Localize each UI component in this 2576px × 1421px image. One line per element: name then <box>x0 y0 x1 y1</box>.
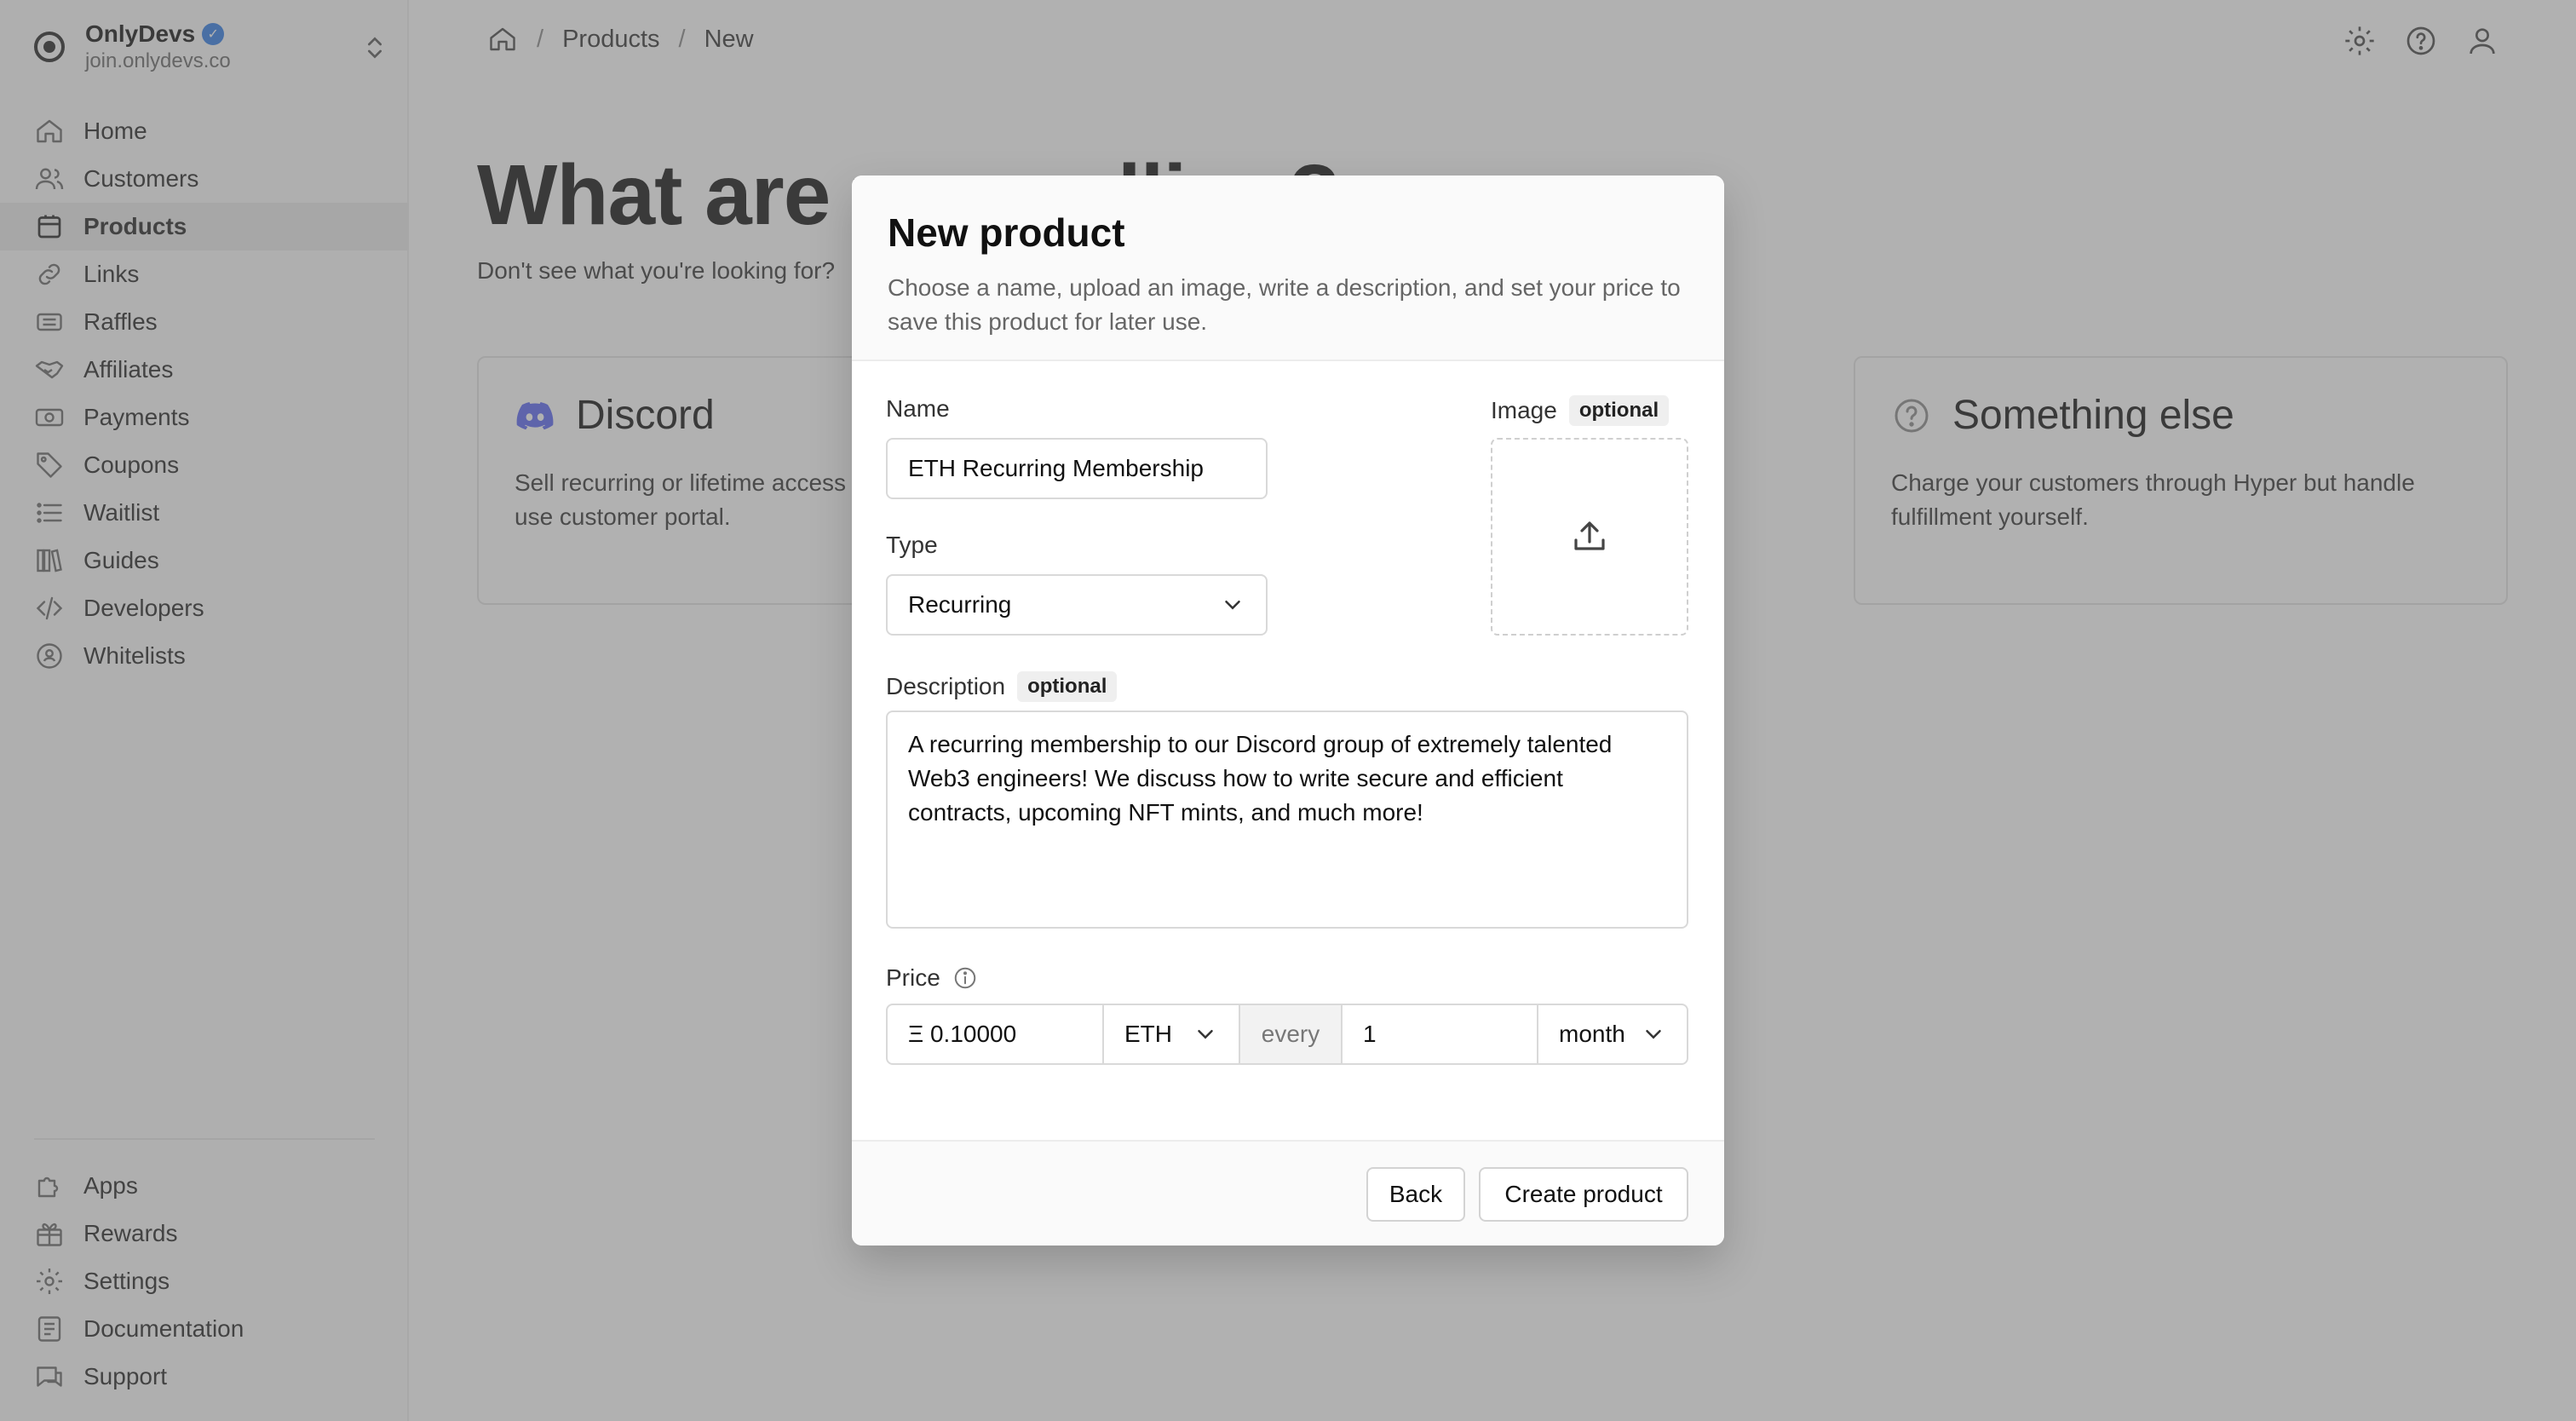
price-amount-input[interactable]: Ξ 0.10000 <box>888 1005 1104 1063</box>
type-label: Type <box>886 532 938 558</box>
type-select[interactable]: Recurring <box>886 574 1268 636</box>
description-textarea[interactable]: A recurring membership to our Discord gr… <box>886 710 1688 929</box>
chevron-down-icon <box>1198 1030 1213 1039</box>
chevron-down-icon <box>1646 1030 1661 1039</box>
create-product-button[interactable]: Create product <box>1479 1167 1688 1222</box>
modal-header: New product Choose a name, upload an ima… <box>852 175 1724 361</box>
info-icon[interactable] <box>952 965 978 991</box>
modal-body: Name ETH Recurring Membership Image opti… <box>852 361 1724 1140</box>
back-button[interactable]: Back <box>1366 1167 1465 1222</box>
image-upload-dropzone[interactable] <box>1491 438 1688 636</box>
name-label: Name <box>886 395 950 422</box>
optional-badge: optional <box>1017 671 1118 702</box>
modal-description: Choose a name, upload an image, write a … <box>888 274 1681 335</box>
every-addon: every <box>1240 1005 1343 1063</box>
chevron-down-icon <box>1225 601 1240 610</box>
currency-select[interactable]: ETH <box>1104 1005 1240 1063</box>
interval-count-input[interactable]: 1 <box>1343 1005 1538 1063</box>
description-label: Description optional <box>886 671 1118 702</box>
interval-unit-select[interactable]: month <box>1538 1005 1687 1063</box>
price-group: Ξ 0.10000 ETH every 1 month <box>886 1004 1688 1065</box>
name-input[interactable]: ETH Recurring Membership <box>886 438 1268 499</box>
price-label: Price <box>886 964 978 992</box>
modal-footer: Back Create product <box>852 1140 1724 1246</box>
new-product-modal: New product Choose a name, upload an ima… <box>852 175 1724 1246</box>
modal-title: New product <box>888 210 1125 255</box>
optional-badge: optional <box>1568 395 1670 426</box>
image-label: Image optional <box>1491 395 1670 426</box>
upload-icon <box>1574 521 1605 550</box>
